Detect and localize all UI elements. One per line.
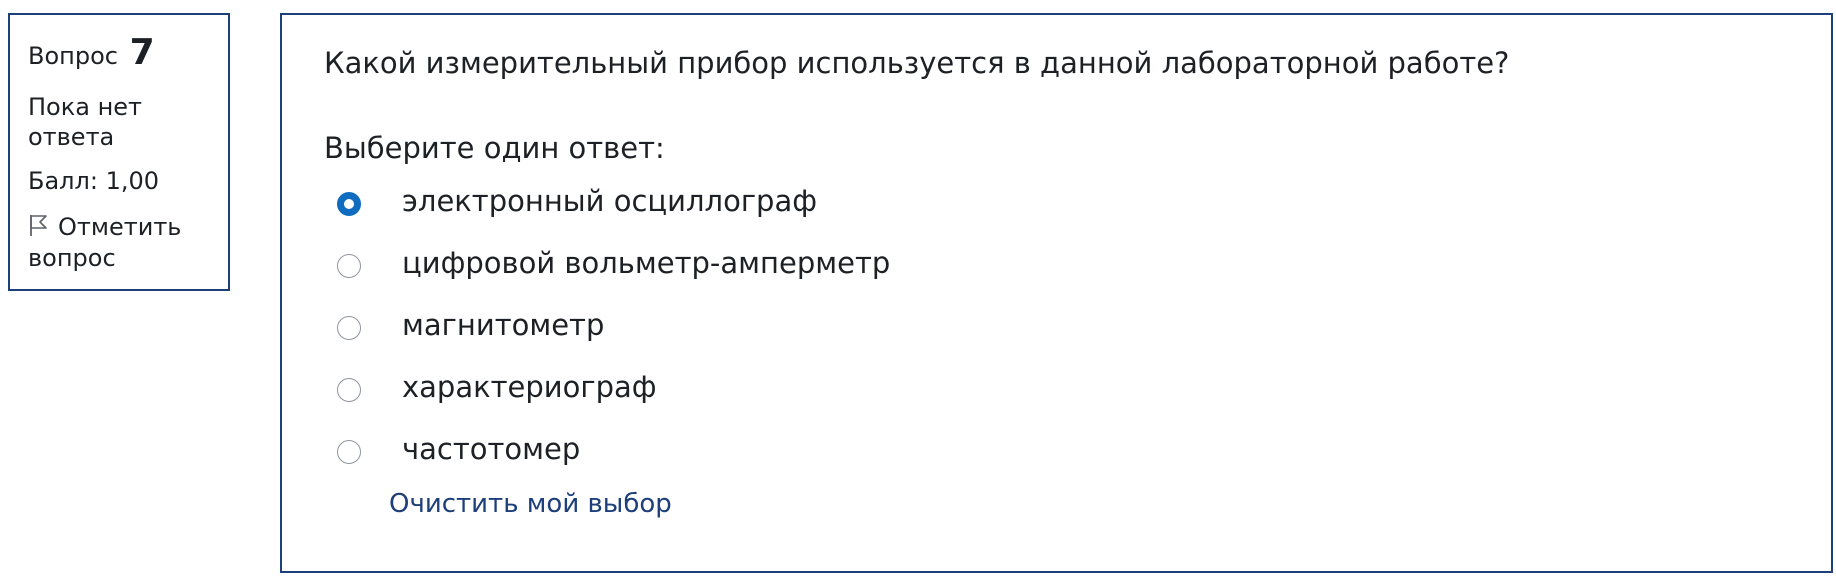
question-number: 7 xyxy=(129,32,155,73)
answer-radio[interactable] xyxy=(337,316,361,340)
flag-icon xyxy=(28,213,50,237)
answer-option-label: цифровой вольметр-амперметр xyxy=(402,246,891,280)
answer-option[interactable]: магнитометр xyxy=(337,294,890,356)
flag-question-link[interactable]: Отметить вопрос xyxy=(28,212,228,274)
answer-option[interactable]: цифровой вольметр-амперметр xyxy=(337,232,890,294)
question-content-panel: Какой измерительный прибор используется … xyxy=(280,13,1833,573)
question-number-row: Вопрос 7 xyxy=(28,35,228,72)
question-grade: Балл: 1,00 xyxy=(28,167,160,195)
question-state: Пока нет ответа xyxy=(28,93,142,151)
answer-radio[interactable] xyxy=(337,440,361,464)
answer-option-label: электронный осциллограф xyxy=(402,184,818,218)
answer-option-label: частотомер xyxy=(402,432,581,466)
question-info-card: Вопрос 7 Пока нет ответа Балл: 1,00 Отме… xyxy=(8,13,230,291)
answer-prompt: Выберите один ответ: xyxy=(324,131,665,165)
answer-option-label: магнитометр xyxy=(402,308,605,342)
answer-radio[interactable] xyxy=(337,254,361,278)
answer-option[interactable]: электронный осциллограф xyxy=(337,170,890,232)
clear-choice-link[interactable]: Очистить мой выбор xyxy=(389,485,672,523)
answer-radio[interactable] xyxy=(337,192,361,216)
flag-label: Отметить вопрос xyxy=(28,213,182,272)
question-label: Вопрос xyxy=(28,42,118,70)
answer-option-label: характериограф xyxy=(402,370,657,404)
answer-option[interactable]: частотомер xyxy=(337,418,890,480)
answer-radio[interactable] xyxy=(337,378,361,402)
answer-option[interactable]: характериограф xyxy=(337,356,890,418)
question-text: Какой измерительный прибор используется … xyxy=(324,46,1510,80)
answer-options: электронный осциллограф цифровой вольмет… xyxy=(337,170,890,480)
